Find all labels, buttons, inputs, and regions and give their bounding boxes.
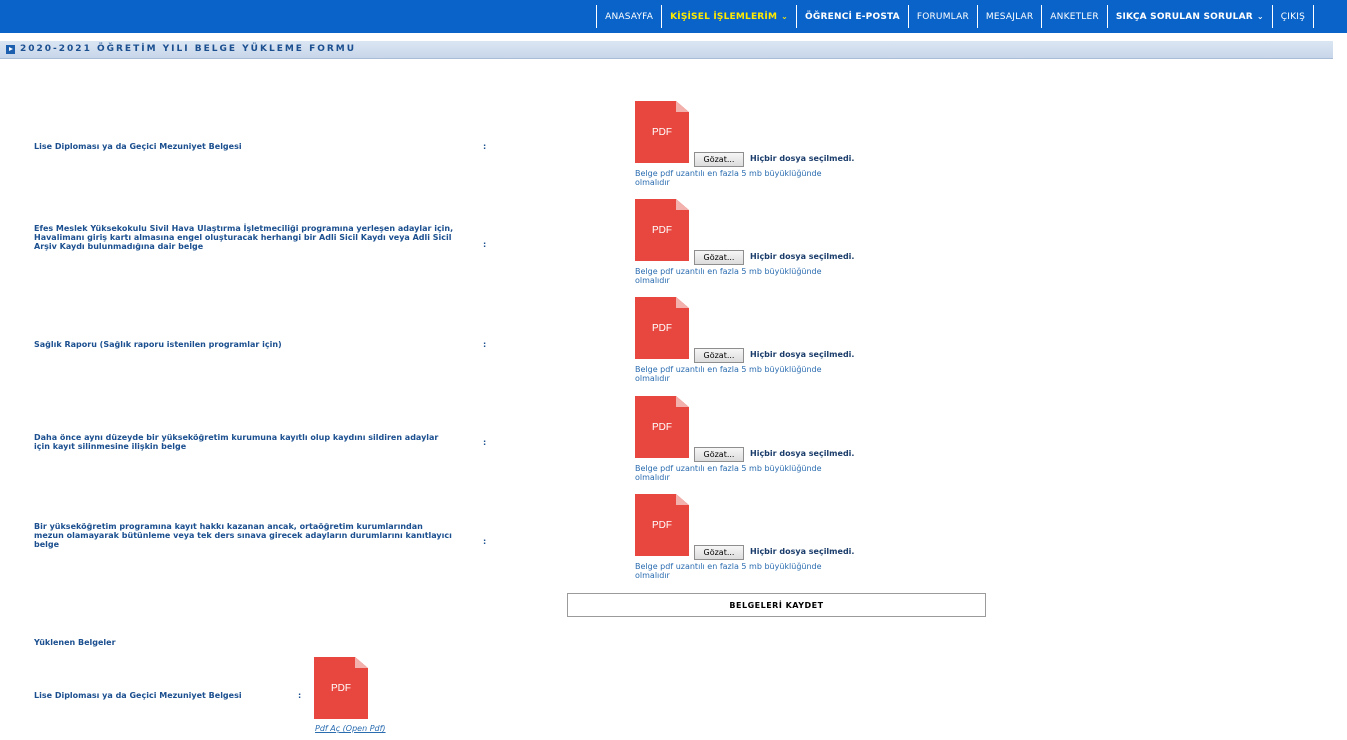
chevron-down-icon: ⌄ <box>1256 12 1264 21</box>
browse-button-label: Gözat... <box>703 253 735 262</box>
pdf-icon-text: PDF <box>652 225 672 236</box>
pdf-icon-text: PDF <box>652 323 672 334</box>
save-documents-button[interactable]: BELGELERİ KAYDET <box>567 593 986 617</box>
nav-forums-label: FORUMLAR <box>916 11 969 22</box>
browse-button[interactable]: Gözat... <box>694 545 744 560</box>
file-hint-line1: Belge pdf uzantılı en fazla 5 mb büyüklü… <box>635 562 822 571</box>
pdf-fold <box>676 101 689 112</box>
browse-button[interactable]: Gözat... <box>694 447 744 462</box>
nav-faq-label: SIKÇA SORULAN SORULAR <box>1115 11 1253 22</box>
file-hint-line1: Belge pdf uzantılı en fazla 5 mb büyüklü… <box>635 267 822 276</box>
file-hint-line1: Belge pdf uzantılı en fazla 5 mb büyüklü… <box>635 169 822 178</box>
nav-home-label: ANASAYFA <box>605 11 654 22</box>
pdf-fold <box>676 297 689 308</box>
nav-logout-label: ÇIKIŞ <box>1280 11 1305 22</box>
row-label-graduation-status: Bir yükseköğretim programına kayıt hakkı… <box>34 522 452 549</box>
browse-button-label: Gözat... <box>703 548 735 557</box>
uploaded-document-label: Lise Diploması ya da Geçici Mezuniyet Be… <box>34 691 242 700</box>
file-hint-line2: olmalıdır <box>635 473 670 482</box>
nav-faq[interactable]: SIKÇA SORULAN SORULAR ⌄ <box>1106 5 1272 28</box>
nav-surveys-label: ANKETLER <box>1050 11 1099 22</box>
no-file-selected-text: Hiçbir dosya seçilmedi. <box>750 449 855 458</box>
pdf-icon: PDF <box>635 199 689 261</box>
row-label-registration-cancellation: Daha önce aynı düzeyde bir yükseköğretim… <box>34 433 439 451</box>
nav-messages-label: MESAJLAR <box>985 11 1034 22</box>
pdf-icon: PDF <box>635 396 689 458</box>
nav-forums[interactable]: FORUMLAR <box>907 5 977 28</box>
pdf-fold <box>676 199 689 210</box>
chevron-down-icon: ⌄ <box>781 12 789 21</box>
nav-logout[interactable]: ÇIKIŞ <box>1271 5 1314 28</box>
pdf-fold <box>676 396 689 407</box>
uploaded-document-colon: : <box>298 691 302 700</box>
browse-button[interactable]: Gözat... <box>694 250 744 265</box>
main-nav: ANASAYFA KİŞİSEL İŞLEMLERİM ⌄ ÖĞRENCİ E-P… <box>596 0 1314 33</box>
pdf-icon-text: PDF <box>652 127 672 138</box>
section-header: 2020-2021 ÖĞRETİM YILI BELGE YÜKLEME FOR… <box>0 41 1333 59</box>
file-hint: Belge pdf uzantılı en fazla 5 mb büyüklü… <box>635 365 905 383</box>
pdf-icon: PDF <box>635 101 689 163</box>
nav-personal-operations[interactable]: KİŞİSEL İŞLEMLERİM ⌄ <box>661 5 796 28</box>
no-file-selected-text: Hiçbir dosya seçilmedi. <box>750 350 855 359</box>
nav-student-email-label: ÖĞRENCİ E-POSTA <box>805 11 900 22</box>
save-documents-button-label: BELGELERİ KAYDET <box>729 600 824 610</box>
browse-button-label: Gözat... <box>703 155 735 164</box>
file-hint-line2: olmalıdır <box>635 374 670 383</box>
row-colon: : <box>483 340 487 349</box>
row-colon: : <box>483 240 487 249</box>
open-pdf-link[interactable]: Pdf Aç (Open Pdf) <box>315 724 386 733</box>
nav-personal-operations-label: KİŞİSEL İŞLEMLERİM <box>670 11 778 22</box>
file-hint: Belge pdf uzantılı en fazla 5 mb büyüklü… <box>635 464 905 482</box>
file-hint: Belge pdf uzantılı en fazla 5 mb büyüklü… <box>635 169 905 187</box>
pdf-fold <box>676 494 689 505</box>
file-hint: Belge pdf uzantılı en fazla 5 mb büyüklü… <box>635 562 905 580</box>
row-colon: : <box>483 142 487 151</box>
file-hint-line2: olmalıdır <box>635 178 670 187</box>
uploaded-pdf-icon: PDF <box>314 657 368 719</box>
row-label-high-school-diploma: Lise Diploması ya da Geçici Mezuniyet Be… <box>34 142 242 151</box>
top-navigation-bar: ANASAYFA KİŞİSEL İŞLEMLERİM ⌄ ÖĞRENCİ E-P… <box>0 0 1347 33</box>
browse-button[interactable]: Gözat... <box>694 152 744 167</box>
file-hint: Belge pdf uzantılı en fazla 5 mb büyüklü… <box>635 267 905 285</box>
uploaded-documents-title: Yüklenen Belgeler <box>34 638 116 647</box>
pdf-icon: PDF <box>635 494 689 556</box>
pdf-icon-text: PDF <box>652 422 672 433</box>
row-colon: : <box>483 438 487 447</box>
row-label-health-report: Sağlık Raporu (Sağlık raporu istenilen p… <box>34 340 282 349</box>
no-file-selected-text: Hiçbir dosya seçilmedi. <box>750 154 855 163</box>
nav-surveys[interactable]: ANKETLER <box>1041 5 1107 28</box>
browse-button-label: Gözat... <box>703 351 735 360</box>
browse-button[interactable]: Gözat... <box>694 348 744 363</box>
file-hint-line1: Belge pdf uzantılı en fazla 5 mb büyüklü… <box>635 365 822 374</box>
nav-student-email[interactable]: ÖĞRENCİ E-POSTA <box>796 5 908 28</box>
row-colon: : <box>483 537 487 546</box>
pdf-fold <box>355 657 368 668</box>
nav-home[interactable]: ANASAYFA <box>596 5 661 28</box>
pdf-icon: PDF <box>635 297 689 359</box>
no-file-selected-text: Hiçbir dosya seçilmedi. <box>750 252 855 261</box>
file-hint-line1: Belge pdf uzantılı en fazla 5 mb büyüklü… <box>635 464 822 473</box>
row-label-criminal-record: Efes Meslek Yüksekokulu Sivil Hava Ulaşt… <box>34 224 454 251</box>
section-title: 2020-2021 ÖĞRETİM YILI BELGE YÜKLEME FOR… <box>20 44 357 54</box>
arrow-right-icon <box>6 45 15 54</box>
file-hint-line2: olmalıdır <box>635 276 670 285</box>
pdf-icon-text: PDF <box>331 683 351 694</box>
pdf-icon-text: PDF <box>652 520 672 531</box>
nav-messages[interactable]: MESAJLAR <box>976 5 1041 28</box>
browse-button-label: Gözat... <box>703 450 735 459</box>
file-hint-line2: olmalıdır <box>635 571 670 580</box>
no-file-selected-text: Hiçbir dosya seçilmedi. <box>750 547 855 556</box>
